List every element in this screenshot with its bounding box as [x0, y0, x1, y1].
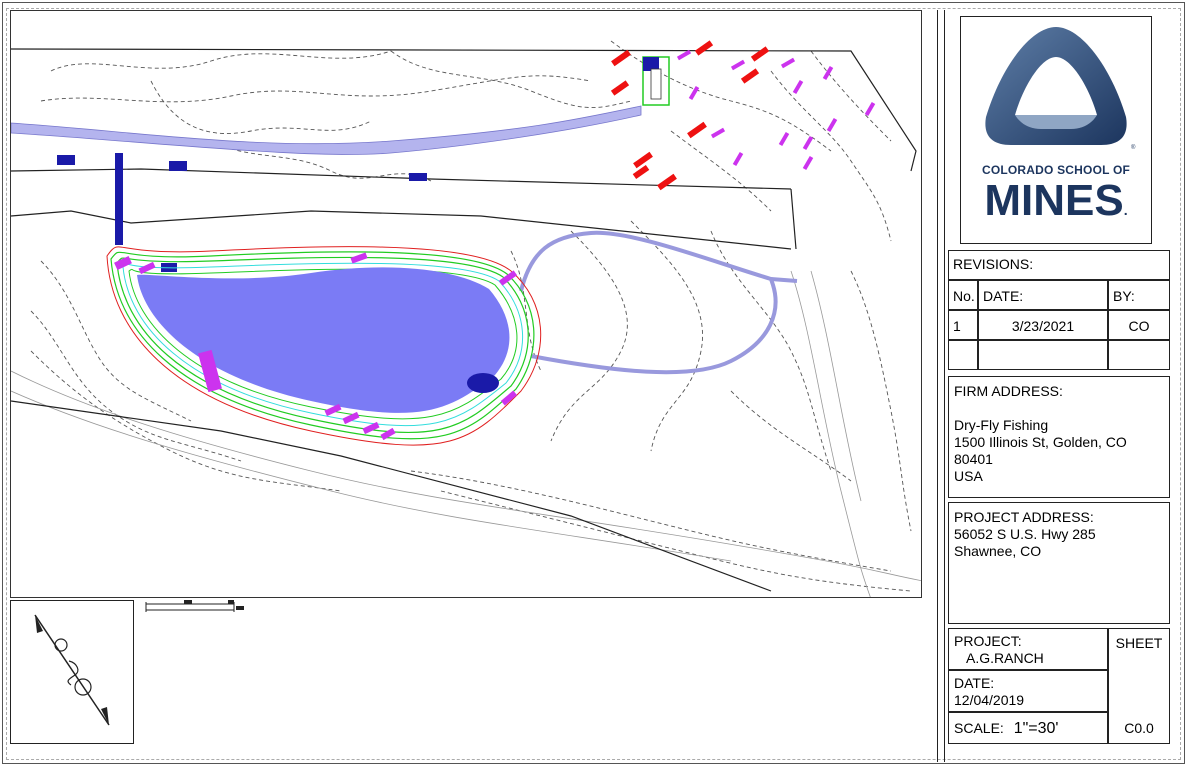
project-label: PROJECT:	[954, 633, 1022, 649]
project-address-label: PROJECT ADDRESS:	[954, 509, 1094, 525]
revision-row-date: 3/23/2021	[978, 310, 1108, 340]
svg-text:®: ®	[1131, 144, 1136, 151]
revisions-header: REVISIONS:	[948, 250, 1170, 280]
north-arrow-icon	[34, 614, 110, 726]
firm-country: USA	[954, 468, 983, 484]
sheet-cell: SHEET C0.0	[1108, 628, 1170, 744]
aerator	[467, 373, 499, 393]
scale-value: 1"=30'	[1013, 720, 1059, 737]
revisions-col-by: BY:	[1108, 280, 1170, 310]
revision-row-by: CO	[1108, 310, 1170, 340]
culvert-3	[409, 173, 427, 181]
road-spur	[770, 277, 798, 283]
pond-water	[137, 267, 510, 413]
graphic-scale-bar	[140, 598, 250, 618]
project-scale-cell: SCALE: 1"=30'	[948, 712, 1108, 744]
project-date: 12/04/2019	[954, 692, 1025, 708]
revision-row-no: 1	[948, 310, 978, 340]
culvert-1	[57, 155, 75, 165]
revisions-col-no: No.	[948, 280, 978, 310]
logo-panel: ® COLORADO SCHOOL OF MINES.	[960, 16, 1152, 244]
firm-address-panel: FIRM ADDRESS: Dry-Fly Fishing 1500 Illin…	[948, 376, 1170, 498]
project-name-cell: PROJECT: A.G.RANCH	[948, 628, 1108, 670]
sheet-number: C0.0	[1124, 720, 1154, 736]
revisions-col-date: DATE:	[978, 280, 1108, 310]
culvert-2	[169, 161, 187, 171]
project-date-label: DATE:	[954, 675, 995, 691]
firm-zip: 80401	[954, 451, 993, 467]
loop-road	[519, 230, 778, 375]
logo-wordmark: MINES.	[984, 176, 1128, 225]
revision-row-empty-date	[978, 340, 1108, 370]
drawing-viewport[interactable]	[10, 10, 922, 598]
revision-row-empty-no	[948, 340, 978, 370]
sheet-label: SHEET	[1115, 635, 1163, 651]
inlet-pipe	[115, 153, 123, 245]
project-street: 56052 S U.S. Hwy 285	[954, 526, 1096, 542]
firm-street: 1500 Illinois St, Golden, CO	[954, 434, 1127, 450]
project-city: Shawnee, CO	[954, 543, 1042, 559]
firm-name: Dry-Fly Fishing	[954, 417, 1049, 433]
project-name: A.G.RANCH	[966, 650, 1044, 666]
scale-label: SCALE:	[954, 720, 1004, 736]
project-address-panel: PROJECT ADDRESS: 56052 S U.S. Hwy 285 Sh…	[948, 502, 1170, 624]
firm-address-label: FIRM ADDRESS:	[954, 383, 1063, 399]
north-arrow-box	[10, 600, 134, 744]
project-date-cell: DATE: 12/04/2019	[948, 670, 1108, 712]
site-plan-drawing[interactable]	[11, 11, 922, 598]
revision-row-empty-by	[1108, 340, 1170, 370]
building-body	[650, 68, 662, 100]
